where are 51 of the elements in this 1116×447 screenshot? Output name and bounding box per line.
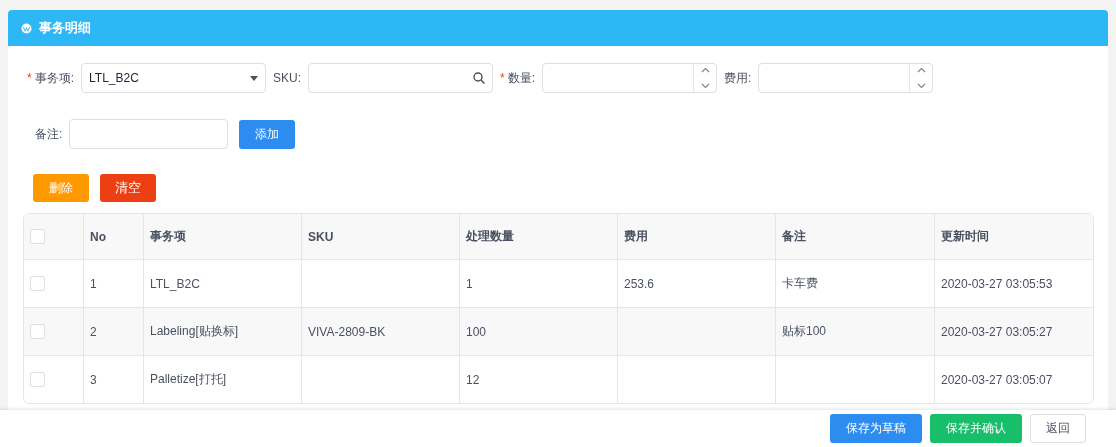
circle-logo-icon (21, 22, 32, 34)
checkbox[interactable] (30, 372, 45, 387)
footer-button[interactable]: 返回 (1030, 414, 1086, 443)
column-header: No (90, 229, 106, 244)
table-cell: 253.6 (624, 276, 655, 291)
search-icon[interactable] (473, 72, 486, 84)
field-label: SKU: (273, 71, 302, 85)
quantity-field[interactable] (542, 63, 718, 93)
column-header: SKU (308, 229, 334, 244)
table-cell: Palletize[打托] (150, 372, 227, 386)
table-cell: 100 (466, 324, 487, 339)
item-select[interactable]: LTL_B2C (81, 63, 266, 93)
table-cell: 2020-03-27 03:05:07 (941, 372, 1053, 387)
add-button[interactable]: 添加 (239, 119, 296, 149)
remark-field[interactable] (69, 119, 229, 149)
required-mark: * (500, 71, 505, 85)
table-cell: 卡车费 (782, 276, 818, 290)
field-label: 备注: (35, 125, 63, 143)
table-cell: LTL_B2C (150, 276, 200, 291)
table-cell: 2020-03-27 03:05:27 (941, 324, 1053, 339)
column-header: 事务项 (150, 229, 186, 243)
field-label: 事务项: (34, 69, 74, 87)
checkbox[interactable] (30, 276, 45, 291)
fee-field[interactable] (758, 63, 934, 93)
table-cell: 贴标100 (782, 324, 827, 338)
table-cell: 1 (466, 276, 473, 291)
field-label: 费用: (724, 69, 752, 87)
table-cell: Labeling[贴换标] (150, 324, 239, 338)
clear-button[interactable]: 清空 (100, 174, 156, 202)
stepper-icon[interactable] (700, 67, 710, 89)
column-header: 备注 (782, 229, 806, 243)
checkbox[interactable] (30, 229, 45, 244)
table-cell: 2020-03-27 03:05:53 (941, 276, 1053, 291)
table-cell: 3 (90, 372, 97, 387)
footer-button[interactable]: 保存并确认 (930, 414, 1022, 443)
field-label: 数量: (507, 69, 536, 87)
table-cell: 1 (90, 276, 97, 291)
table-cell: VIVA-2809-BK (308, 324, 386, 339)
column-header: 费用 (624, 229, 648, 243)
sku-field[interactable] (308, 63, 494, 93)
column-header: 处理数量 (466, 229, 514, 243)
table-cell: 12 (466, 372, 480, 387)
column-header: 更新时间 (941, 229, 989, 243)
checkbox[interactable] (30, 324, 45, 339)
delete-button[interactable]: 删除 (33, 174, 89, 202)
table-cell: 2 (90, 324, 97, 339)
required-mark: * (27, 71, 32, 85)
panel-title: 事务明细 (39, 19, 91, 37)
caret-icon (250, 75, 258, 81)
footer-button[interactable]: 保存为草稿 (830, 414, 922, 443)
stepper-icon[interactable] (916, 67, 926, 89)
